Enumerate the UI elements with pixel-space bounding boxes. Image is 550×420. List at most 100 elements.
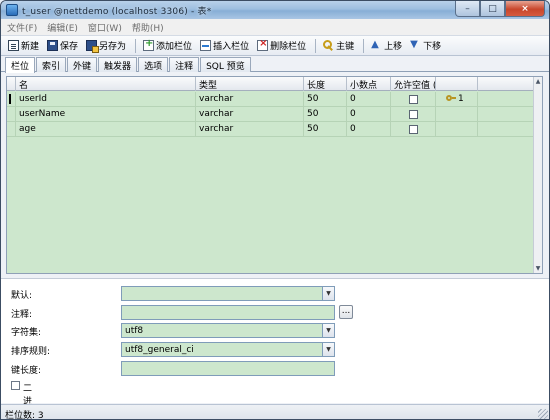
minimize-button[interactable]: – <box>455 1 480 17</box>
key-length-input[interactable] <box>121 361 335 376</box>
fields-grid[interactable]: 名 类型 长度 小数点 允许空值 ( userId varchar 50 0 1… <box>6 76 543 274</box>
scroll-down-icon[interactable]: ▼ <box>534 264 542 273</box>
close-button[interactable]: × <box>505 1 545 17</box>
primary-key-button[interactable]: 主键 <box>320 37 357 54</box>
primary-key-label: 主键 <box>336 42 355 52</box>
column-header-key[interactable] <box>436 77 478 91</box>
move-up-button[interactable]: 上移 <box>368 37 405 54</box>
add-field-button[interactable]: 添加栏位 <box>140 37 195 54</box>
add-field-label: 添加栏位 <box>156 42 193 52</box>
delete-field-button[interactable]: 删除栏位 <box>254 37 309 54</box>
tab-indexes[interactable]: 索引 <box>36 57 67 72</box>
new-button[interactable]: 新建 <box>5 37 42 54</box>
charset-select[interactable]: utf8 ▼ <box>121 323 335 338</box>
cell-name[interactable]: userId <box>16 92 196 107</box>
tab-foreign-keys[interactable]: 外键 <box>67 57 98 72</box>
move-down-label: 下移 <box>423 42 442 52</box>
allow-null-checkbox[interactable] <box>408 110 418 119</box>
delete-field-label: 删除栏位 <box>270 42 307 52</box>
window-title: t_user @nettdemo (localhost 3306) - 表* <box>22 7 212 17</box>
cell-decimals[interactable]: 0 <box>347 92 391 107</box>
collation-select[interactable]: utf8_general_ci ▼ <box>121 342 335 357</box>
cell-decimals[interactable]: 0 <box>347 107 391 122</box>
new-file-icon <box>8 40 19 51</box>
cell-key[interactable] <box>436 122 478 137</box>
comment-label: 注释: <box>11 310 33 320</box>
move-up-label: 上移 <box>384 42 403 52</box>
arrow-up-icon <box>371 39 382 51</box>
status-bar: 栏位数: 3 <box>1 404 549 420</box>
field-count: 栏位数: 3 <box>5 411 44 420</box>
insert-field-label: 插入栏位 <box>213 42 250 52</box>
cell-type[interactable]: varchar <box>196 107 304 122</box>
comment-input[interactable] <box>121 305 335 320</box>
resize-grip-icon[interactable] <box>538 409 548 419</box>
collation-value: utf8_general_ci <box>125 345 194 355</box>
save-button[interactable]: 保存 <box>44 37 81 54</box>
column-header-length[interactable]: 长度 <box>304 77 347 91</box>
cell-allow-null[interactable] <box>391 122 436 137</box>
row-indicator <box>7 92 16 107</box>
table-row[interactable]: userName varchar 50 0 <box>7 107 534 122</box>
default-label: 默认: <box>11 291 33 301</box>
table-row[interactable]: age varchar 50 0 <box>7 122 534 137</box>
tab-comment[interactable]: 注释 <box>169 57 200 72</box>
row-indicator <box>7 107 16 122</box>
cell-type[interactable]: varchar <box>196 122 304 137</box>
arrow-down-icon <box>410 39 421 51</box>
column-header-type[interactable]: 类型 <box>196 77 304 91</box>
default-select[interactable]: ▼ <box>121 286 335 301</box>
table-row[interactable]: userId varchar 50 0 1 <box>7 92 534 107</box>
maximize-button[interactable]: □ <box>480 1 505 17</box>
cell-type[interactable]: varchar <box>196 92 304 107</box>
delete-field-icon <box>257 38 269 51</box>
cell-length[interactable]: 50 <box>304 107 347 122</box>
toolbar: 新建 保存 另存为 添加栏位 插入栏位 删除栏位 主键 <box>1 35 549 56</box>
binary-checkbox[interactable] <box>11 381 20 390</box>
cell-name[interactable]: age <box>16 122 196 137</box>
menu-window[interactable]: 窗口(W) <box>88 21 122 34</box>
tab-fields[interactable]: 栏位 <box>5 57 36 73</box>
move-down-button[interactable]: 下移 <box>407 37 444 54</box>
scroll-up-icon[interactable]: ▲ <box>534 77 542 86</box>
column-header-decimals[interactable]: 小数点 <box>347 77 391 91</box>
charset-label: 字符集: <box>11 328 42 338</box>
table-designer-window: t_user @nettdemo (localhost 3306) - 表* –… <box>0 0 550 420</box>
allow-null-checkbox[interactable] <box>408 125 418 134</box>
collation-label: 排序规则: <box>11 347 51 357</box>
chevron-down-icon[interactable]: ▼ <box>322 287 334 300</box>
charset-value: utf8 <box>125 326 144 336</box>
column-header-name[interactable]: 名 <box>16 77 196 91</box>
title-bar[interactable]: t_user @nettdemo (localhost 3306) - 表* –… <box>1 1 549 19</box>
tab-triggers[interactable]: 触发器 <box>98 57 138 72</box>
cell-key[interactable] <box>436 107 478 122</box>
key-order: 1 <box>458 94 464 104</box>
add-field-icon <box>143 38 155 51</box>
insert-field-button[interactable]: 插入栏位 <box>197 37 252 54</box>
allow-null-checkbox[interactable] <box>408 95 418 104</box>
caption-buttons: – □ × <box>455 1 545 18</box>
row-indicator <box>7 122 16 137</box>
key-icon <box>323 40 334 51</box>
tab-strip: 栏位 索引 外键 触发器 选项 注释 SQL 预览 <box>1 57 549 73</box>
grid-vertical-scrollbar[interactable]: ▲ ▼ <box>533 77 542 273</box>
tab-sql-preview[interactable]: SQL 预览 <box>200 57 251 72</box>
cell-allow-null[interactable] <box>391 92 436 107</box>
menu-help[interactable]: 帮助(H) <box>132 21 164 34</box>
cell-length[interactable]: 50 <box>304 92 347 107</box>
chevron-down-icon[interactable]: ▼ <box>322 324 334 337</box>
column-header-allow-null[interactable]: 允许空值 ( <box>391 77 436 91</box>
save-as-button[interactable]: 另存为 <box>83 37 129 54</box>
comment-edit-button[interactable]: ... <box>339 305 353 319</box>
cell-allow-null[interactable] <box>391 107 436 122</box>
menu-file[interactable]: 文件(F) <box>7 21 37 34</box>
chevron-down-icon[interactable]: ▼ <box>322 343 334 356</box>
menu-edit[interactable]: 编辑(E) <box>47 21 78 34</box>
cell-decimals[interactable]: 0 <box>347 122 391 137</box>
text-cursor-icon <box>9 94 11 104</box>
cell-name[interactable]: userName <box>16 107 196 122</box>
cell-key[interactable]: 1 <box>436 92 478 107</box>
cell-length[interactable]: 50 <box>304 122 347 137</box>
new-label: 新建 <box>21 42 40 52</box>
tab-options[interactable]: 选项 <box>138 57 169 72</box>
